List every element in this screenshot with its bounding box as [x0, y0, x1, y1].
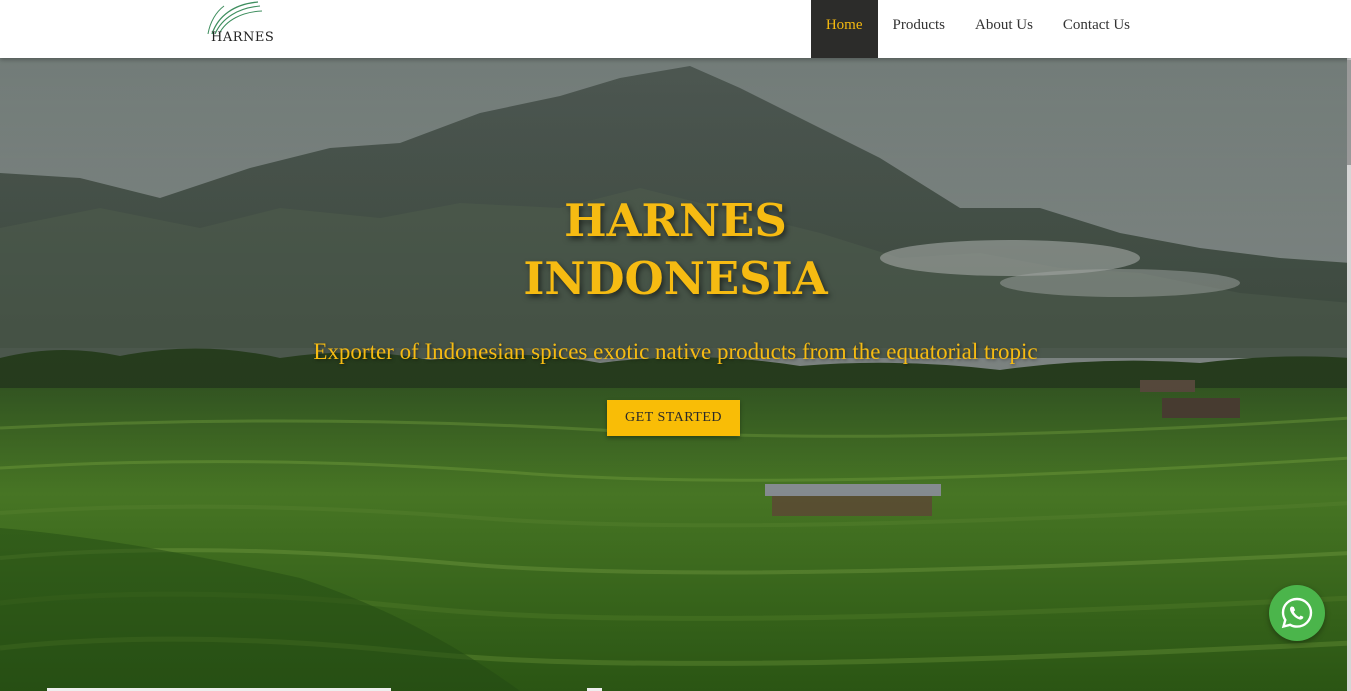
site-header: HARNES Home Products About Us Contact Us [0, 0, 1351, 58]
hero-subtitle: Exporter of Indonesian spices exotic nat… [313, 339, 1038, 364]
hero-section: HARNES INDONESIA Exporter of Indonesian … [0, 58, 1351, 691]
nav-item-about-us[interactable]: About Us [960, 0, 1048, 58]
logo-leaf-icon [207, 1, 263, 35]
nav-item-home[interactable]: Home [810, 0, 878, 58]
get-started-button[interactable]: GET STARTED [607, 400, 740, 436]
brand-logo[interactable]: HARNES [204, 0, 276, 50]
hero-title: HARNES INDONESIA [0, 192, 1351, 308]
nav-item-products[interactable]: Products [878, 0, 961, 58]
hero-title-line1: HARNES [564, 194, 787, 247]
main-nav: Home Products About Us Contact Us [810, 0, 1145, 58]
whatsapp-chat-button[interactable] [1269, 585, 1325, 641]
whatsapp-icon [1281, 597, 1313, 629]
hero-title-line2: INDONESIA [523, 252, 828, 305]
nav-item-contact-us[interactable]: Contact Us [1048, 0, 1145, 58]
logo-text: HARNES [211, 30, 275, 45]
scrollbar-thumb[interactable] [1347, 60, 1351, 165]
hero-background-image [0, 58, 1351, 691]
